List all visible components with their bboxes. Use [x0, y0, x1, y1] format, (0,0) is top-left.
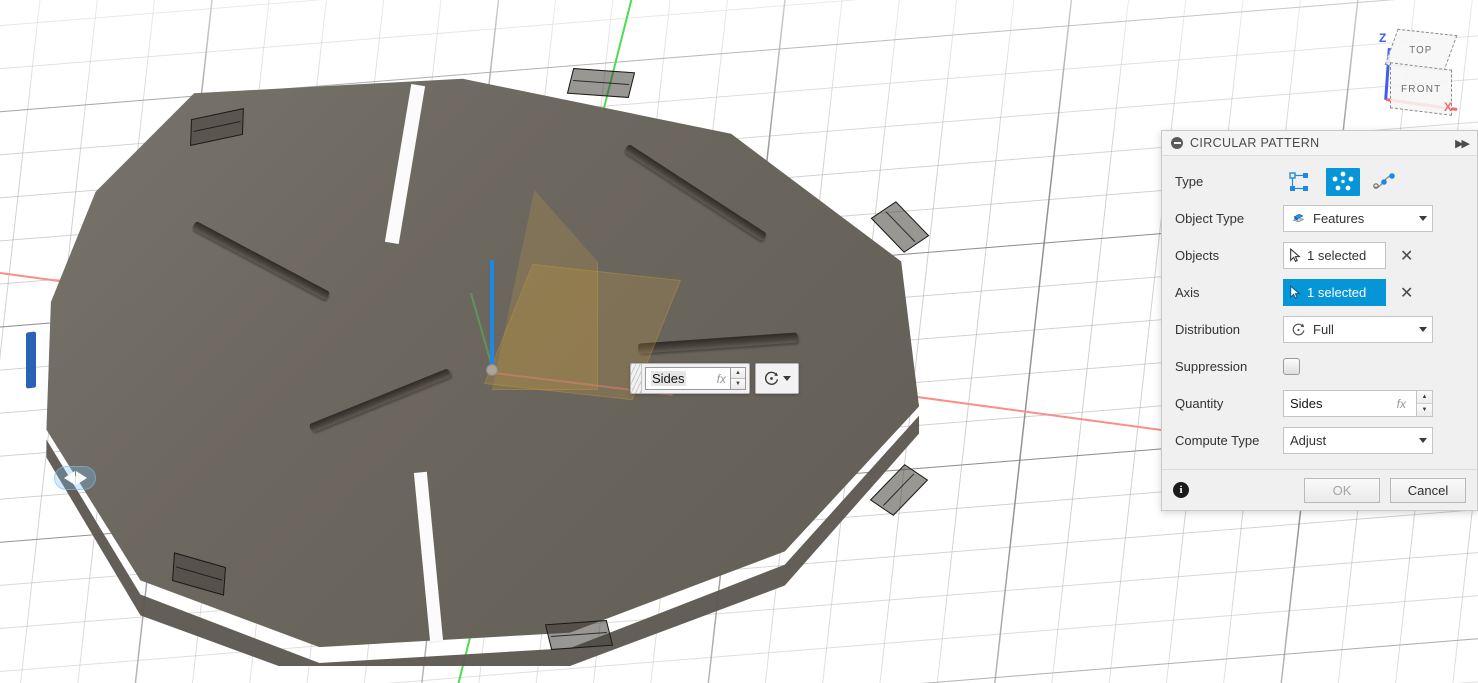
dialog-footer: i OK Cancel [1162, 469, 1477, 510]
path-pattern-icon[interactable] [1369, 168, 1403, 196]
viewcube-face-front[interactable]: FRONT [1390, 62, 1452, 116]
stepper-up-icon[interactable]: ▲ [1417, 391, 1432, 404]
orbit-direction-marker[interactable] [54, 466, 96, 490]
mini-toolbar-quantity-group: Sides fx ▲ ▼ [630, 363, 750, 394]
viewcube-z-label: Z [1379, 31, 1387, 45]
row-objects: Objects 1 selected ✕ [1175, 237, 1467, 274]
stepper-up-icon[interactable]: ▲ [731, 368, 745, 379]
circular-pattern-button[interactable] [756, 364, 798, 393]
mini-toolbar-stepper[interactable]: ▲ ▼ [731, 367, 746, 390]
row-quantity: Quantity Sides fx ▲ ▼ [1175, 385, 1467, 422]
features-icon [1292, 213, 1305, 223]
info-icon[interactable]: i [1173, 482, 1189, 498]
orbit-left-arrow-icon [63, 471, 75, 485]
origin-axis-z-selected[interactable] [490, 260, 494, 370]
compute-type-select[interactable]: Adjust [1283, 427, 1433, 454]
mini-toolbar-quantity-input[interactable]: Sides fx [645, 367, 731, 390]
cursor-arrow-icon [1290, 248, 1301, 263]
object-type-control: Features [1283, 205, 1433, 232]
rectangular-pattern-icon[interactable] [1283, 168, 1317, 196]
axis-selection-field[interactable]: 1 selected [1283, 279, 1386, 306]
quantity-value: Sides [1290, 396, 1323, 411]
quantity-stepper[interactable]: ▲ ▼ [1416, 391, 1432, 416]
object-type-select[interactable]: Features [1283, 205, 1433, 232]
axis-control: 1 selected ✕ [1283, 279, 1413, 306]
row-object-type: Object Type Features [1175, 200, 1467, 237]
mini-toolbar-pattern-group [755, 363, 799, 394]
fusion-cad-application: TOP FRONT Z X Sides fx ▲ ▼ CIRCULAR PATT… [0, 0, 1478, 683]
stepper-down-icon[interactable]: ▼ [1417, 404, 1432, 416]
suppression-label: Suppression [1175, 359, 1248, 374]
axis-clear-icon[interactable]: ✕ [1400, 284, 1413, 301]
view-cube[interactable]: TOP FRONT Z X [1368, 22, 1472, 122]
circular-pattern-type-icon[interactable] [1326, 167, 1360, 196]
distribution-value: Full [1313, 322, 1334, 337]
row-suppression: Suppression [1175, 348, 1467, 385]
axis-label: Axis [1175, 285, 1200, 300]
row-compute-type: Compute Type Adjust [1175, 422, 1467, 459]
cursor-arrow-icon [1290, 285, 1301, 300]
dialog-title: CIRCULAR PATTERN [1190, 136, 1320, 150]
chevron-down-icon [1419, 216, 1427, 221]
corner-tab-feature [566, 68, 636, 98]
quantity-input[interactable]: Sides fx [1284, 396, 1416, 411]
stepper-down-icon[interactable]: ▼ [731, 379, 745, 389]
compute-type-value: Adjust [1290, 433, 1327, 448]
orbit-right-arrow-icon [75, 471, 87, 485]
objects-control: 1 selected ✕ [1283, 242, 1413, 269]
corner-tab-feature [544, 620, 614, 650]
suppression-control [1283, 358, 1300, 375]
type-label: Type [1175, 174, 1204, 189]
ok-button[interactable]: OK [1304, 477, 1380, 503]
viewcube-top-label: TOP [1409, 44, 1433, 56]
distribution-select[interactable]: Full [1283, 316, 1433, 343]
chevron-down-icon [1419, 327, 1427, 332]
row-axis: Axis 1 selected ✕ [1175, 274, 1467, 311]
quantity-field[interactable]: Sides fx ▲ ▼ [1283, 390, 1433, 417]
origin-point[interactable] [486, 364, 498, 376]
corner-tab-feature [870, 201, 930, 253]
distribution-label: Distribution [1175, 322, 1241, 337]
chevron-down-icon [1419, 438, 1427, 443]
object-type-value: Features [1313, 211, 1365, 226]
quantity-label: Quantity [1175, 396, 1224, 411]
expand-chevrons-icon[interactable]: ▶▶ [1455, 137, 1470, 150]
chevron-down-icon [783, 376, 791, 381]
objects-selection-value: 1 selected [1307, 248, 1367, 263]
row-type: Type [1175, 163, 1467, 200]
fx-icon[interactable]: fx [709, 372, 726, 386]
suppression-checkbox[interactable] [1283, 358, 1300, 375]
row-distribution: Distribution Full [1175, 311, 1467, 348]
floating-mini-toolbar[interactable]: Sides fx ▲ ▼ [630, 363, 799, 394]
fx-icon[interactable]: fx [1397, 397, 1412, 411]
objects-label: Objects [1175, 248, 1220, 263]
dialog-header[interactable]: CIRCULAR PATTERN ▶▶ [1162, 131, 1477, 156]
axis-selection-value: 1 selected [1307, 285, 1367, 300]
circular-pattern-dialog[interactable]: CIRCULAR PATTERN ▶▶ Type Object Type Fea… [1161, 130, 1478, 511]
selected-edge-highlight [26, 331, 36, 389]
compute-type-control: Adjust [1283, 427, 1433, 454]
compute-type-label: Compute Type [1175, 433, 1260, 448]
circular-pattern-icon [764, 371, 779, 385]
viewcube-front-label: FRONT [1400, 83, 1442, 95]
dialog-body: Type Object Type Features Objects 1 sele… [1162, 156, 1477, 469]
objects-selection-field[interactable]: 1 selected [1283, 242, 1386, 269]
cancel-button[interactable]: Cancel [1390, 477, 1466, 503]
viewcube-x-label: X [1444, 100, 1453, 114]
mini-toolbar-quantity-value: Sides [651, 371, 686, 386]
objects-clear-icon[interactable]: ✕ [1400, 247, 1413, 264]
mini-toolbar-drag-handle[interactable] [631, 364, 642, 393]
distribution-control: Full [1283, 316, 1433, 343]
type-icon-group [1283, 167, 1403, 196]
full-rotation-icon [1292, 323, 1305, 335]
quantity-control: Sides fx ▲ ▼ [1283, 390, 1433, 417]
object-type-label: Object Type [1175, 211, 1245, 226]
collapse-icon[interactable] [1171, 137, 1183, 149]
